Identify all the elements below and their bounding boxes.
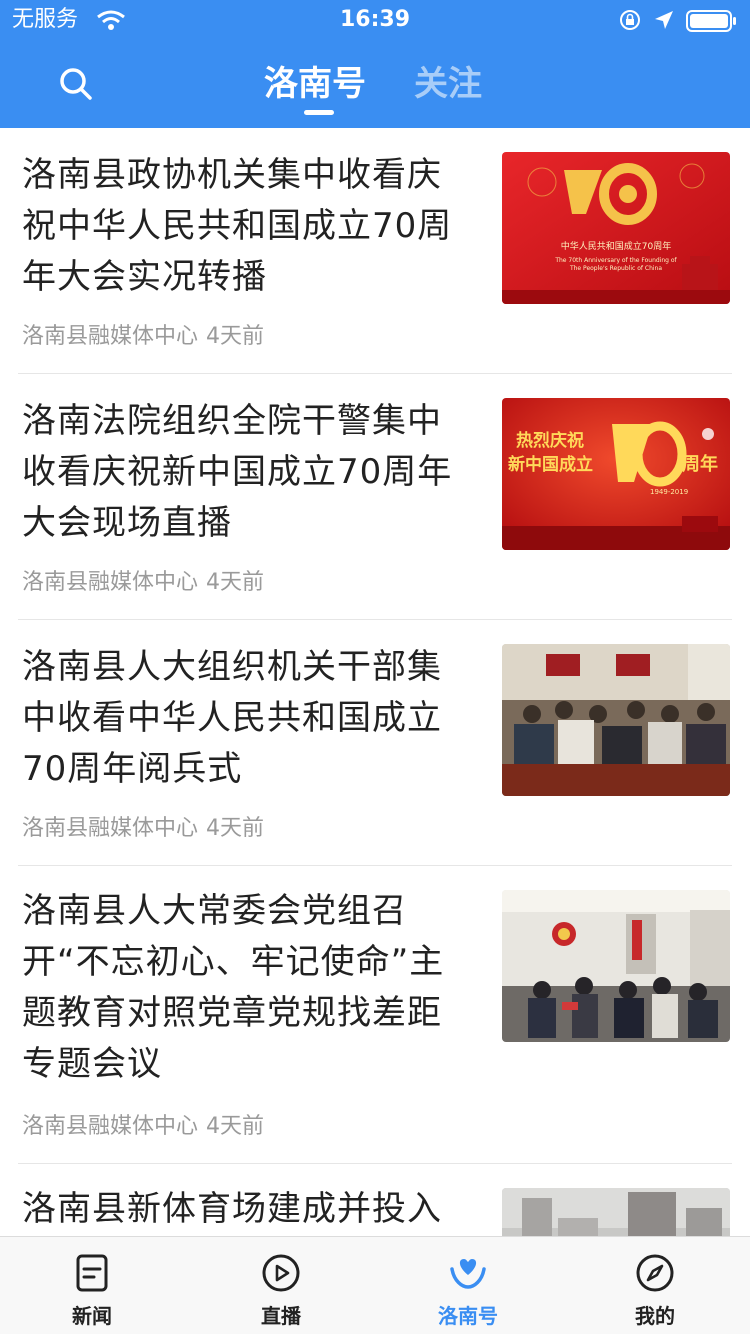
- article-thumbnail: [502, 644, 730, 796]
- location-arrow-icon: [655, 11, 673, 29]
- article-thumbnail: [502, 1188, 730, 1236]
- article-time: 4天前: [206, 816, 265, 841]
- thumb-years: 1949-2019: [650, 488, 688, 496]
- status-bar: 无服务 16:39: [0, 0, 750, 40]
- tab-follow[interactable]: 关注: [414, 62, 482, 106]
- article-time: 4天前: [206, 570, 265, 595]
- article-meta: 洛南县融媒体中心 4天前: [22, 568, 264, 598]
- list-item[interactable]: 洛南县人大常委会党组召开“不忘初心、牢记使命”主题教育对照党章党规找差距专题会议…: [0, 866, 750, 1163]
- list-item[interactable]: 洛南县人大组织机关干部集中收看中华人民共和国成立70周年阅兵式 洛南县融媒体中心…: [0, 620, 750, 865]
- list-item[interactable]: 洛南县新体育场建成并投入: [0, 1164, 750, 1236]
- active-tab-indicator: [304, 110, 334, 115]
- rotation-lock-icon: [620, 10, 640, 30]
- tab-luonan-hao[interactable]: 洛南号: [264, 62, 366, 106]
- article-source: 洛南县融媒体中心: [22, 570, 199, 595]
- list-item[interactable]: 洛南县政协机关集中收看庆祝中华人民共和国成立70周年大会实况转播 洛南县融媒体中…: [0, 128, 750, 373]
- article-meta: 洛南县融媒体中心 4天前: [22, 814, 264, 844]
- tabbar-item-live[interactable]: 直播: [211, 1237, 351, 1334]
- article-source: 洛南县融媒体中心: [22, 324, 199, 349]
- article-source: 洛南县融媒体中心: [22, 1114, 199, 1139]
- play-icon: [262, 1254, 300, 1292]
- article-thumbnail: 热烈庆祝 新中国成立 周年 1949-2019: [502, 398, 730, 550]
- tabbar-item-mine[interactable]: 我的: [585, 1237, 725, 1334]
- tabbar-item-news[interactable]: 新闻: [22, 1237, 162, 1334]
- tabbar-label: 直播: [261, 1304, 301, 1328]
- bottom-tab-bar: 新闻 直播 洛南号 我的: [0, 1236, 750, 1334]
- article-title: 洛南县人大组织机关干部集中收看中华人民共和国成立70周年阅兵式: [22, 647, 442, 789]
- article-title: 洛南县新体育场建成并投入: [22, 1189, 442, 1229]
- tabbar-item-luonan-hao[interactable]: 洛南号: [398, 1237, 538, 1334]
- thumb-right-text: 周年: [682, 453, 718, 475]
- tabbar-label: 新闻: [72, 1304, 112, 1328]
- article-thumbnail: 中华人民共和国成立70周年 The 70th Anniversary of th…: [502, 152, 730, 304]
- thumb-left-line1: 热烈庆祝: [516, 430, 584, 451]
- battery-icon: [686, 10, 736, 32]
- article-feed[interactable]: 洛南县政协机关集中收看庆祝中华人民共和国成立70周年大会实况转播 洛南县融媒体中…: [0, 128, 750, 1236]
- article-meta: 洛南县融媒体中心 4天前: [22, 1112, 264, 1142]
- compass-icon: [636, 1254, 674, 1292]
- article-thumbnail: [502, 890, 730, 1042]
- article-time: 4天前: [206, 1114, 265, 1139]
- thumb-headline: 中华人民共和国成立70周年: [561, 240, 671, 252]
- article-time: 4天前: [206, 324, 265, 349]
- thumb-left-line2: 新中国成立: [508, 454, 593, 475]
- article-meta: 洛南县融媒体中心 4天前: [22, 322, 264, 352]
- article-source: 洛南县融媒体中心: [22, 816, 199, 841]
- list-item[interactable]: 洛南法院组织全院干警集中收看庆祝新中国成立70周年大会现场直播 洛南县融媒体中心…: [0, 374, 750, 619]
- news-icon: [76, 1254, 108, 1292]
- article-title: 洛南县人大常委会党组召开“不忘初心、牢记使命”主题教育对照党章党规找差距专题会议: [22, 891, 445, 1084]
- top-bar: 无服务 16:39 洛南号 关注: [0, 0, 750, 128]
- thumb-sub1: The 70th Anniversary of the Founding of: [554, 257, 677, 264]
- article-title: 洛南法院组织全院干警集中收看庆祝新中国成立70周年大会现场直播: [22, 401, 453, 543]
- search-icon[interactable]: [56, 64, 96, 104]
- article-title: 洛南县政协机关集中收看庆祝中华人民共和国成立70周年大会实况转播: [22, 155, 453, 297]
- heart-hands-icon: [450, 1259, 486, 1289]
- thumb-sub2: The People's Republic of China: [569, 265, 662, 272]
- tabbar-label: 洛南号: [438, 1304, 498, 1328]
- tabbar-label: 我的: [635, 1304, 675, 1328]
